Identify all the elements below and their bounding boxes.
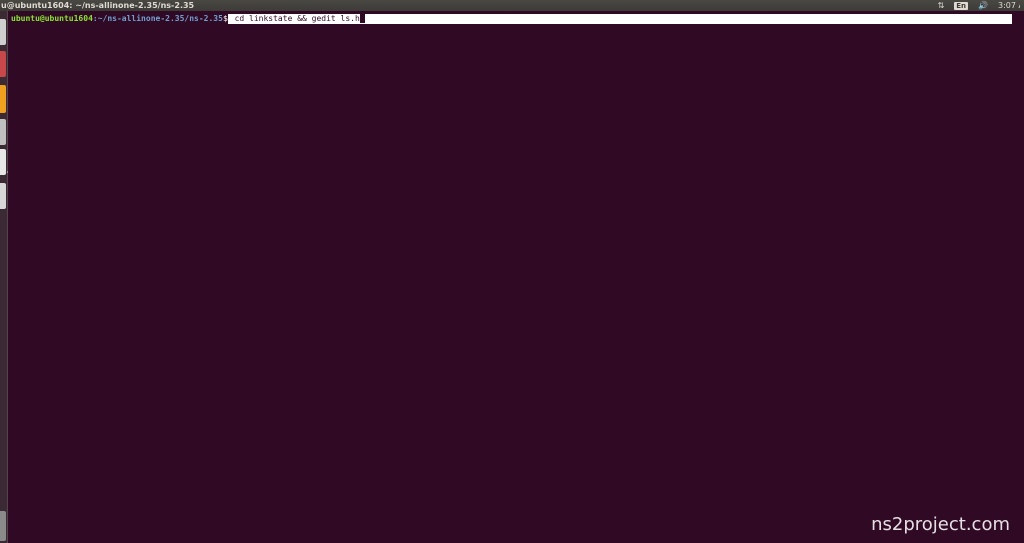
window-title: u@ubuntu1604: ~/ns-allinone-2.35/ns-2.35: [1, 1, 195, 10]
firefox-launcher-icon[interactable]: [0, 85, 6, 113]
settings-launcher-icon[interactable]: [0, 119, 6, 145]
files-launcher-icon[interactable]: [0, 19, 6, 45]
clock[interactable]: 3:07 A: [998, 0, 1020, 11]
launcher-bar: [0, 11, 10, 543]
text-editor-launcher-icon[interactable]: [0, 51, 6, 77]
top-panel: u@ubuntu1604: ~/ns-allinone-2.35/ns-2.35…: [0, 0, 1024, 11]
keyboard-language-indicator[interactable]: En: [954, 1, 969, 10]
text-cursor: [359, 14, 365, 23]
terminal-launcher-icon[interactable]: [0, 149, 6, 175]
network-icon[interactable]: ⇅: [938, 0, 945, 11]
prompt-user-host: ubuntu@ubuntu1604: [11, 14, 93, 23]
prompt-path: :~/ns-allinone-2.35/ns-2.35: [92, 14, 223, 23]
terminal-window[interactable]: ubuntu@ubuntu1604:~/ns-allinone-2.35/ns-…: [8, 11, 1024, 543]
app-launcher-icon[interactable]: [0, 183, 6, 209]
command-text: cd linkstate && gedit ls.h: [229, 14, 360, 23]
watermark: ns2project.com: [871, 514, 1010, 535]
trash-launcher-icon[interactable]: [0, 511, 6, 541]
volume-icon[interactable]: 🔊: [978, 0, 988, 11]
command-input[interactable]: cd linkstate && gedit ls.h: [227, 14, 1012, 24]
indicator-area: ⇅ En 🔊 3:07 A: [938, 0, 1024, 11]
prompt-line: ubuntu@ubuntu1604:~/ns-allinone-2.35/ns-…: [11, 14, 1012, 24]
